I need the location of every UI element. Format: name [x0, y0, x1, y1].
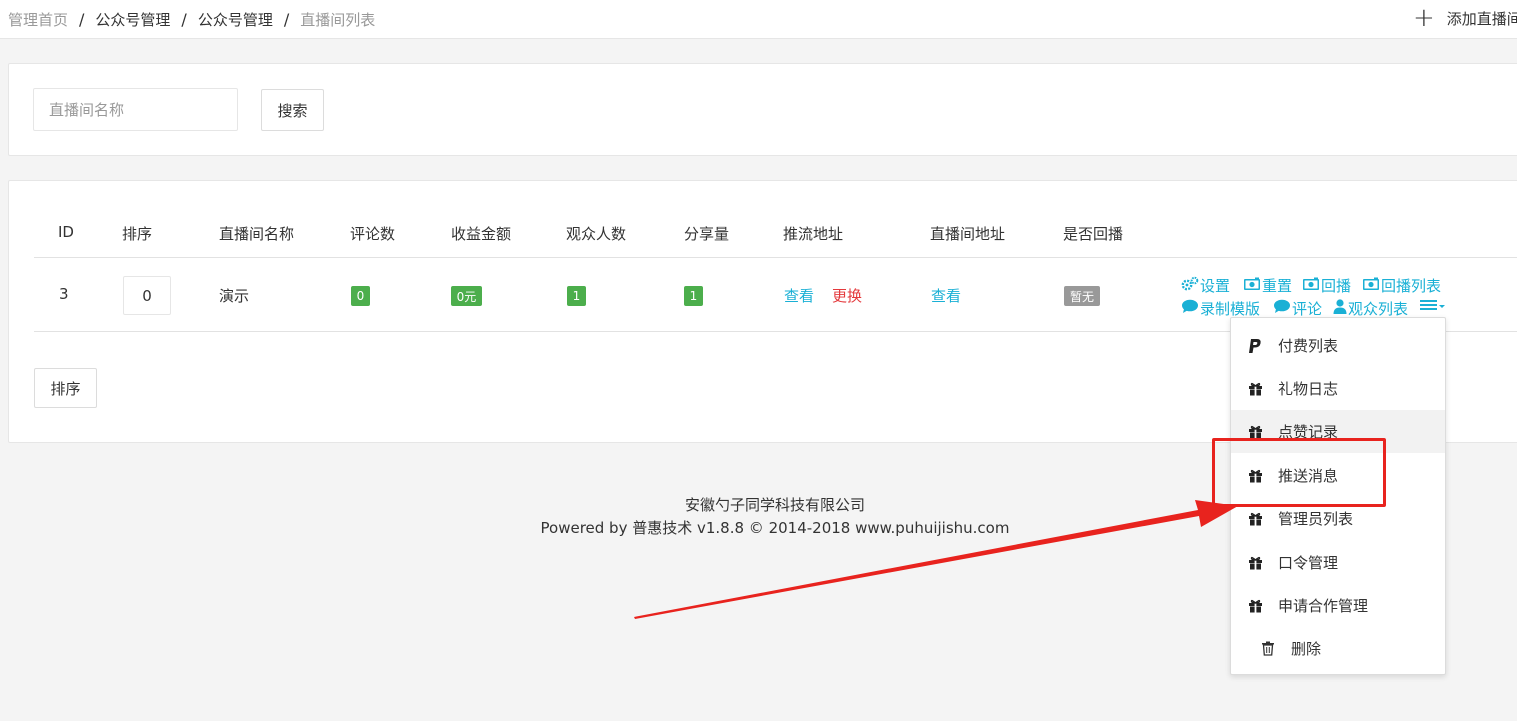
breadcrumb-current: 直播间列表 [300, 11, 376, 29]
replay-label: 回播 [1321, 277, 1352, 295]
add-live-room-label: 添加直播间 [1446, 9, 1517, 28]
gears-icon [1181, 276, 1199, 296]
menu-item-label: 礼物日志 [1278, 380, 1339, 398]
menu-item-label: 点赞记录 [1278, 423, 1339, 441]
record-template-label: 录制模版 [1200, 300, 1261, 318]
reset-label: 重置 [1262, 277, 1293, 295]
menu-item-label: 管理员列表 [1278, 510, 1354, 528]
menu-icon [1419, 298, 1447, 316]
search-button[interactable]: 搜索 [261, 89, 324, 131]
column-header-sort: 排序 [122, 225, 153, 243]
breadcrumb-separator: / [181, 10, 187, 29]
user-icon [1333, 299, 1347, 318]
viewers-badge: 1 [567, 286, 586, 306]
breadcrumb: 管理首页 / 公众号管理 / 公众号管理 / 直播间列表 [8, 9, 375, 30]
paypal-icon [1248, 338, 1278, 354]
column-header-shares: 分享量 [684, 225, 730, 243]
camera-icon [1243, 277, 1261, 295]
comments-badge: 0 [351, 286, 370, 306]
sort-order-input[interactable] [123, 276, 171, 315]
header-divider [34, 257, 1517, 258]
replay-status-badge: 暂无 [1064, 286, 1100, 306]
replay-list-label: 回播列表 [1381, 277, 1442, 295]
replay-list-link[interactable]: 回播列表 [1362, 275, 1441, 296]
trash-icon [1261, 641, 1291, 656]
column-header-room-url: 直播间地址 [930, 225, 1006, 243]
menu-item-payment-list[interactable]: 付费列表 [1231, 324, 1445, 367]
more-actions-dropdown: 付费列表 礼物日志 点赞记录 推送消息 管理员列表 口令管理 申请合作管理 删除 [1230, 317, 1446, 675]
audience-list-label: 观众列表 [1348, 300, 1409, 318]
menu-item-delete[interactable]: 删除 [1231, 627, 1445, 670]
comment-link[interactable]: 评论 [1273, 298, 1322, 319]
menu-item-like-records[interactable]: 点赞记录 [1231, 410, 1445, 453]
column-header-viewers: 观众人数 [566, 225, 627, 243]
menu-item-label: 删除 [1291, 640, 1322, 658]
add-live-room-button[interactable]: + 添加直播间 [1413, 3, 1517, 33]
top-bar: 管理首页 / 公众号管理 / 公众号管理 / 直播间列表 + 添加直播间 [0, 0, 1517, 39]
push-url-change-link[interactable]: 更换 [832, 285, 862, 306]
menu-item-admin-list[interactable]: 管理员列表 [1231, 497, 1445, 540]
breadcrumb-home[interactable]: 管理首页 [8, 9, 68, 30]
breadcrumb-separator: / [79, 10, 85, 29]
record-template-link[interactable]: 录制模版 [1181, 298, 1260, 319]
menu-item-label: 推送消息 [1278, 467, 1339, 485]
menu-item-label: 口令管理 [1278, 554, 1339, 572]
breadcrumb-official-accounts[interactable]: 公众号管理 [95, 9, 170, 30]
column-header-revenue: 收益金额 [451, 225, 512, 243]
revenue-badge: 0元 [451, 286, 482, 306]
gift-icon [1248, 382, 1278, 396]
column-header-id: ID [58, 223, 74, 241]
camera-icon [1362, 277, 1380, 295]
column-header-push-url: 推流地址 [783, 225, 844, 243]
gift-icon [1248, 425, 1278, 439]
room-url-view-link[interactable]: 查看 [931, 285, 961, 306]
gift-icon [1248, 599, 1278, 613]
breadcrumb-separator: / [283, 10, 290, 29]
search-panel: 搜索 [8, 63, 1517, 156]
menu-item-password-management[interactable]: 口令管理 [1231, 541, 1445, 584]
more-menu-toggle[interactable] [1419, 298, 1448, 316]
gift-icon [1248, 469, 1278, 483]
settings-label: 设置 [1200, 277, 1231, 295]
room-name-search-input[interactable] [33, 88, 238, 131]
menu-item-label: 付费列表 [1278, 337, 1339, 355]
comment-icon [1181, 299, 1199, 318]
column-header-comments: 评论数 [350, 225, 396, 243]
plus-icon: + [1413, 3, 1435, 33]
menu-item-push-message[interactable]: 推送消息 [1231, 454, 1445, 497]
breadcrumb-official-accounts-manage[interactable]: 公众号管理 [198, 9, 273, 30]
gift-icon [1248, 512, 1278, 526]
comment-label: 评论 [1292, 300, 1323, 318]
camera-icon [1302, 277, 1320, 295]
column-header-replay: 是否回播 [1063, 225, 1124, 243]
shares-badge: 1 [684, 286, 703, 306]
sort-button[interactable]: 排序 [34, 368, 97, 408]
replay-link[interactable]: 回播 [1302, 275, 1351, 296]
menu-item-cooperation-management[interactable]: 申请合作管理 [1231, 584, 1445, 627]
settings-link[interactable]: 设置 [1181, 275, 1230, 296]
cell-room-name: 演示 [219, 287, 250, 305]
audience-list-link[interactable]: 观众列表 [1333, 298, 1408, 319]
comment-icon [1273, 299, 1291, 318]
reset-link[interactable]: 重置 [1243, 275, 1292, 296]
cell-id: 3 [59, 285, 69, 303]
menu-item-gift-log[interactable]: 礼物日志 [1231, 367, 1445, 410]
menu-item-label: 申请合作管理 [1278, 597, 1369, 615]
gift-icon [1248, 556, 1278, 570]
column-header-room-name: 直播间名称 [219, 225, 295, 243]
push-url-view-link[interactable]: 查看 [784, 285, 814, 306]
